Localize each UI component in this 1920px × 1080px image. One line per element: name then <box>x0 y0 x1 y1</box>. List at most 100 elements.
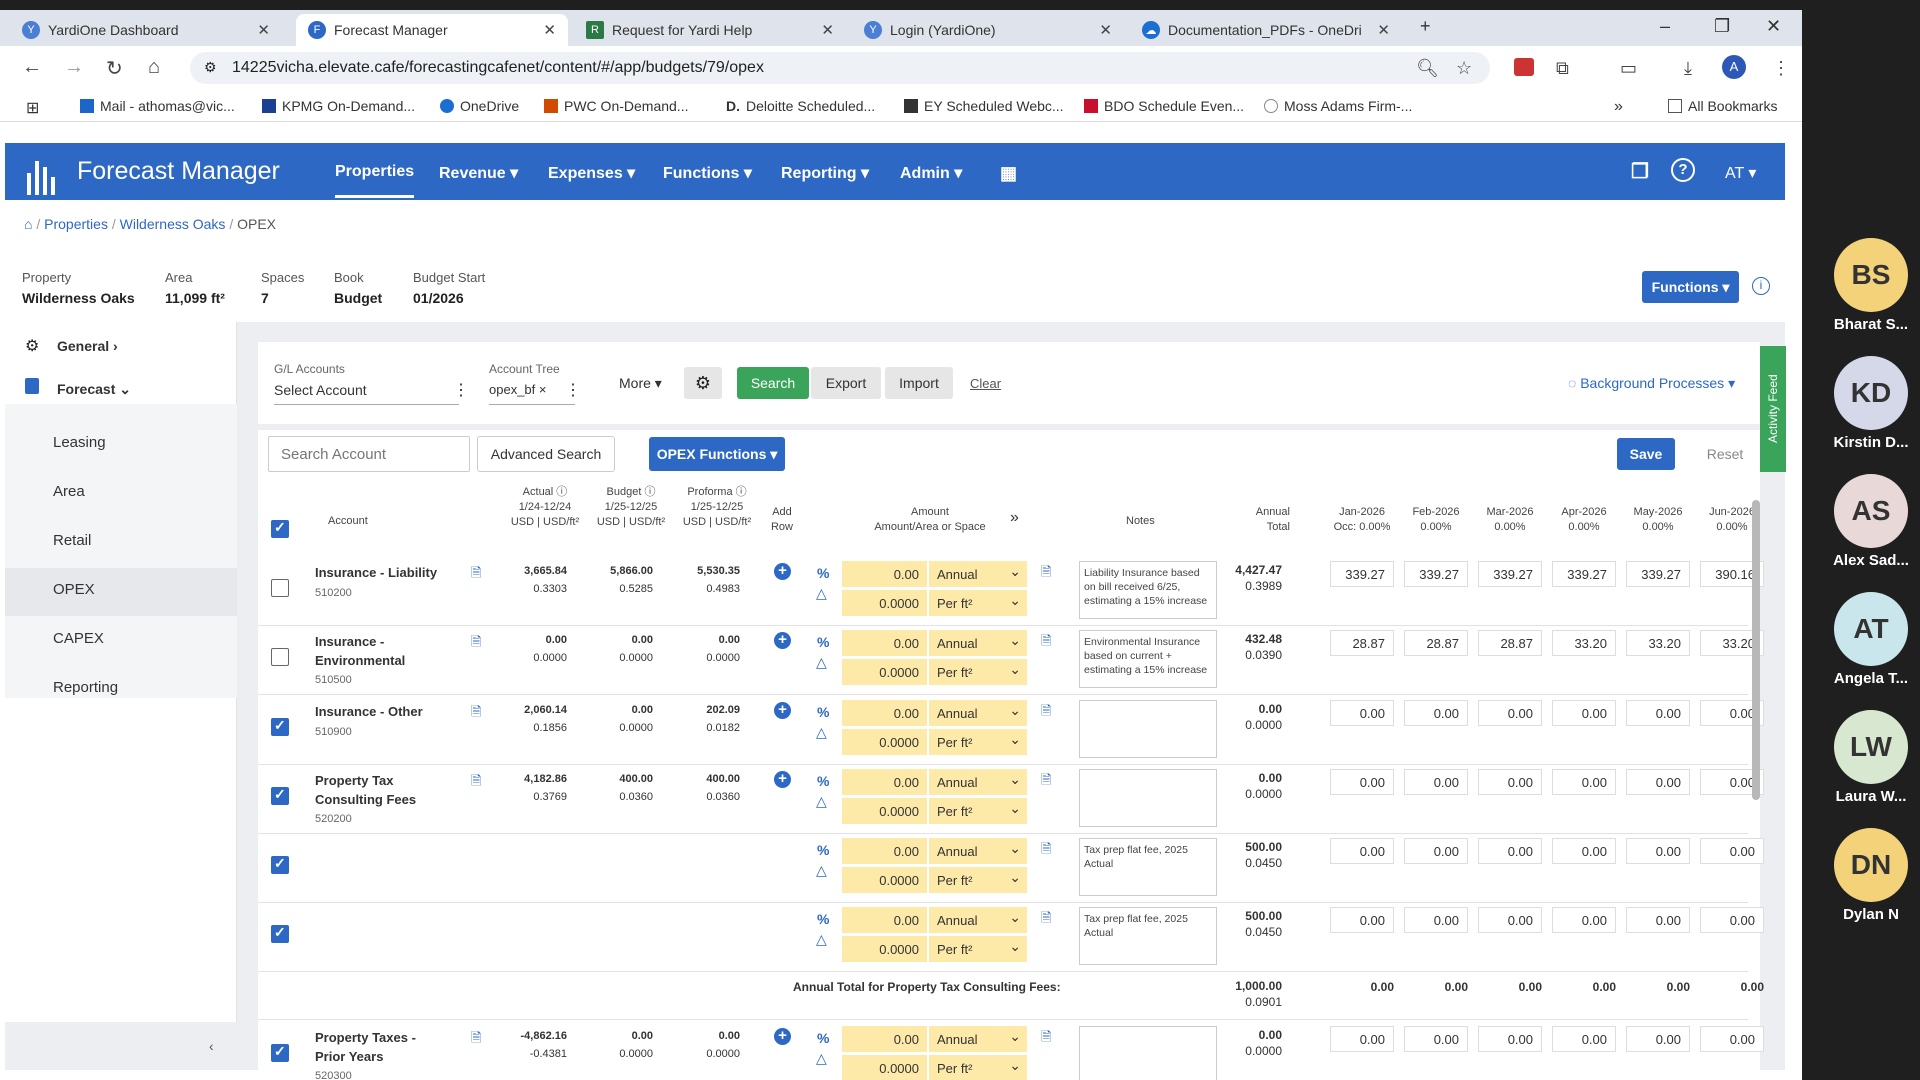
month-input[interactable]: 0.00 <box>1330 907 1394 933</box>
participant-tile[interactable]: KD Kirstin D... <box>1826 356 1916 451</box>
notes-textarea[interactable] <box>1079 700 1217 758</box>
month-input[interactable]: 0.00 <box>1552 769 1616 795</box>
bookmark-deloitte[interactable]: D. Deloitte Scheduled... <box>726 98 875 114</box>
menu-reporting[interactable]: Reporting ▾ <box>781 163 869 183</box>
more-dropdown[interactable]: More ▾ <box>619 375 662 392</box>
month-input[interactable]: 0.00 <box>1330 769 1394 795</box>
add-row-icon[interactable]: + <box>774 771 791 788</box>
month-input[interactable]: 0.00 <box>1404 1026 1468 1052</box>
bookmark-ey[interactable]: EY Scheduled Webc... <box>904 98 1064 114</box>
month-input[interactable]: 0.00 <box>1330 1026 1394 1052</box>
menu-properties[interactable]: Properties <box>335 163 415 198</box>
amount-input[interactable]: 0.00 <box>842 700 927 726</box>
account-doc-icon[interactable]: 🗎 <box>471 703 481 725</box>
area-amount-input[interactable]: 0.0000 <box>842 1055 927 1080</box>
menu-admin[interactable]: Admin ▾ <box>900 163 962 183</box>
notes-textarea[interactable] <box>1079 1026 1217 1080</box>
delta-icon[interactable]: △ <box>816 862 827 879</box>
account-doc-icon[interactable]: 🗎 <box>471 633 481 655</box>
add-row-icon[interactable]: + <box>774 702 791 719</box>
percent-icon[interactable]: % <box>817 911 829 927</box>
sidebar-general[interactable]: General › <box>57 338 118 354</box>
month-input[interactable]: 28.87 <box>1478 630 1542 656</box>
unit-select[interactable]: Per ft² <box>929 867 1027 893</box>
row-checkbox[interactable] <box>271 786 289 805</box>
cast-icon[interactable]: ▭ <box>1620 58 1637 79</box>
all-bookmarks[interactable]: All Bookmarks <box>1668 98 1777 114</box>
forward-icon[interactable]: → <box>64 56 84 79</box>
delta-icon[interactable]: △ <box>816 793 827 810</box>
month-input[interactable]: 0.00 <box>1700 1026 1764 1052</box>
sidebar-item-retail[interactable]: Retail <box>53 532 91 549</box>
kebab-icon[interactable]: ⋮ <box>565 380 581 400</box>
amount-input[interactable]: 0.00 <box>842 630 927 656</box>
select-all-checkbox[interactable] <box>271 519 289 538</box>
reload-icon[interactable]: ↻ <box>106 56 123 81</box>
month-input[interactable]: 0.00 <box>1404 838 1468 864</box>
amount-input[interactable]: 0.00 <box>842 1026 927 1052</box>
bookmark-bdo[interactable]: BDO Schedule Even... <box>1084 98 1244 114</box>
month-input[interactable]: 0.00 <box>1552 838 1616 864</box>
search-button[interactable]: Search <box>737 367 809 399</box>
close-window-button[interactable]: ✕ <box>1766 16 1781 37</box>
delta-icon[interactable]: △ <box>816 724 827 741</box>
participant-tile[interactable]: BS Bharat S... <box>1826 238 1916 333</box>
sidebar-item-capex[interactable]: CAPEX <box>53 630 104 647</box>
add-row-icon[interactable]: + <box>774 632 791 649</box>
add-row-icon[interactable]: + <box>774 1028 791 1045</box>
zoom-icon[interactable]: 🔍︎ <box>1416 58 1439 79</box>
row-checkbox[interactable] <box>271 1043 289 1062</box>
home-icon[interactable]: ⌂ <box>148 56 160 79</box>
month-input[interactable]: 33.20 <box>1626 630 1690 656</box>
percent-icon[interactable]: % <box>817 565 829 581</box>
save-button[interactable]: Save <box>1617 438 1675 470</box>
bookmark-mail[interactable]: Mail - athomas@vic... <box>80 98 235 114</box>
tab-yardione-dashboard[interactable]: Y YardiOne Dashboard ✕ <box>10 14 282 46</box>
percent-icon[interactable]: % <box>817 1030 829 1046</box>
month-input[interactable]: 0.00 <box>1626 907 1690 933</box>
month-input[interactable]: 0.00 <box>1330 700 1394 726</box>
menu-expenses[interactable]: Expenses ▾ <box>548 163 635 183</box>
row-checkbox[interactable] <box>271 717 289 736</box>
row-checkbox[interactable] <box>271 855 289 874</box>
reset-button[interactable]: Reset <box>1690 438 1760 470</box>
participant-tile[interactable]: AT Angela T... <box>1826 592 1916 687</box>
month-input[interactable]: 0.00 <box>1478 700 1542 726</box>
tab-documentation-pdfs[interactable]: ☁ Documentation_PDFs - OneDri ✕ <box>1130 14 1402 46</box>
note-doc-icon[interactable]: 🗎 <box>1041 563 1051 585</box>
participant-tile[interactable]: DN Dylan N <box>1826 828 1916 923</box>
month-input[interactable]: 0.00 <box>1478 1026 1542 1052</box>
row-checkbox[interactable] <box>271 924 289 943</box>
row-checkbox[interactable] <box>271 579 289 597</box>
area-amount-input[interactable]: 0.0000 <box>842 798 927 824</box>
breadcrumb-properties[interactable]: Properties <box>44 216 108 232</box>
import-button[interactable]: Import <box>885 367 953 399</box>
account-doc-icon[interactable]: 🗎 <box>471 564 481 586</box>
menu-revenue[interactable]: Revenue ▾ <box>439 163 518 183</box>
clear-link[interactable]: Clear <box>970 376 1001 391</box>
delta-icon[interactable]: △ <box>816 585 827 602</box>
note-doc-icon[interactable]: 🗎 <box>1041 702 1051 724</box>
sidebar-forecast[interactable]: Forecast ⌄ <box>57 381 131 398</box>
percent-icon[interactable]: % <box>817 842 829 858</box>
close-icon[interactable]: ✕ <box>1099 21 1112 39</box>
month-input[interactable]: 0.00 <box>1552 907 1616 933</box>
month-input[interactable]: 28.87 <box>1404 630 1468 656</box>
menu-functions[interactable]: Functions ▾ <box>663 163 752 183</box>
sidebar-item-leasing[interactable]: Leasing <box>53 434 106 451</box>
sidebar-item-reporting[interactable]: Reporting <box>53 679 118 696</box>
grid-scrollbar[interactable] <box>1752 500 1760 800</box>
area-amount-input[interactable]: 0.0000 <box>842 729 927 755</box>
site-info-icon[interactable]: ⚙ <box>204 59 217 76</box>
delta-icon[interactable]: △ <box>816 1050 827 1067</box>
month-input[interactable]: 339.27 <box>1552 561 1616 587</box>
month-input[interactable]: 339.27 <box>1626 561 1690 587</box>
participant-tile[interactable]: AS Alex Sad... <box>1826 474 1916 569</box>
month-input[interactable]: 28.87 <box>1330 630 1394 656</box>
month-input[interactable]: 0.00 <box>1626 838 1690 864</box>
window-icon[interactable]: ❐ <box>1631 159 1649 184</box>
sidebar-item-area[interactable]: Area <box>53 483 85 500</box>
notes-textarea[interactable]: Tax prep flat fee, 2025 Actual <box>1079 907 1217 965</box>
amount-input[interactable]: 0.00 <box>842 561 927 587</box>
settings-button[interactable]: ⚙ <box>684 367 722 399</box>
